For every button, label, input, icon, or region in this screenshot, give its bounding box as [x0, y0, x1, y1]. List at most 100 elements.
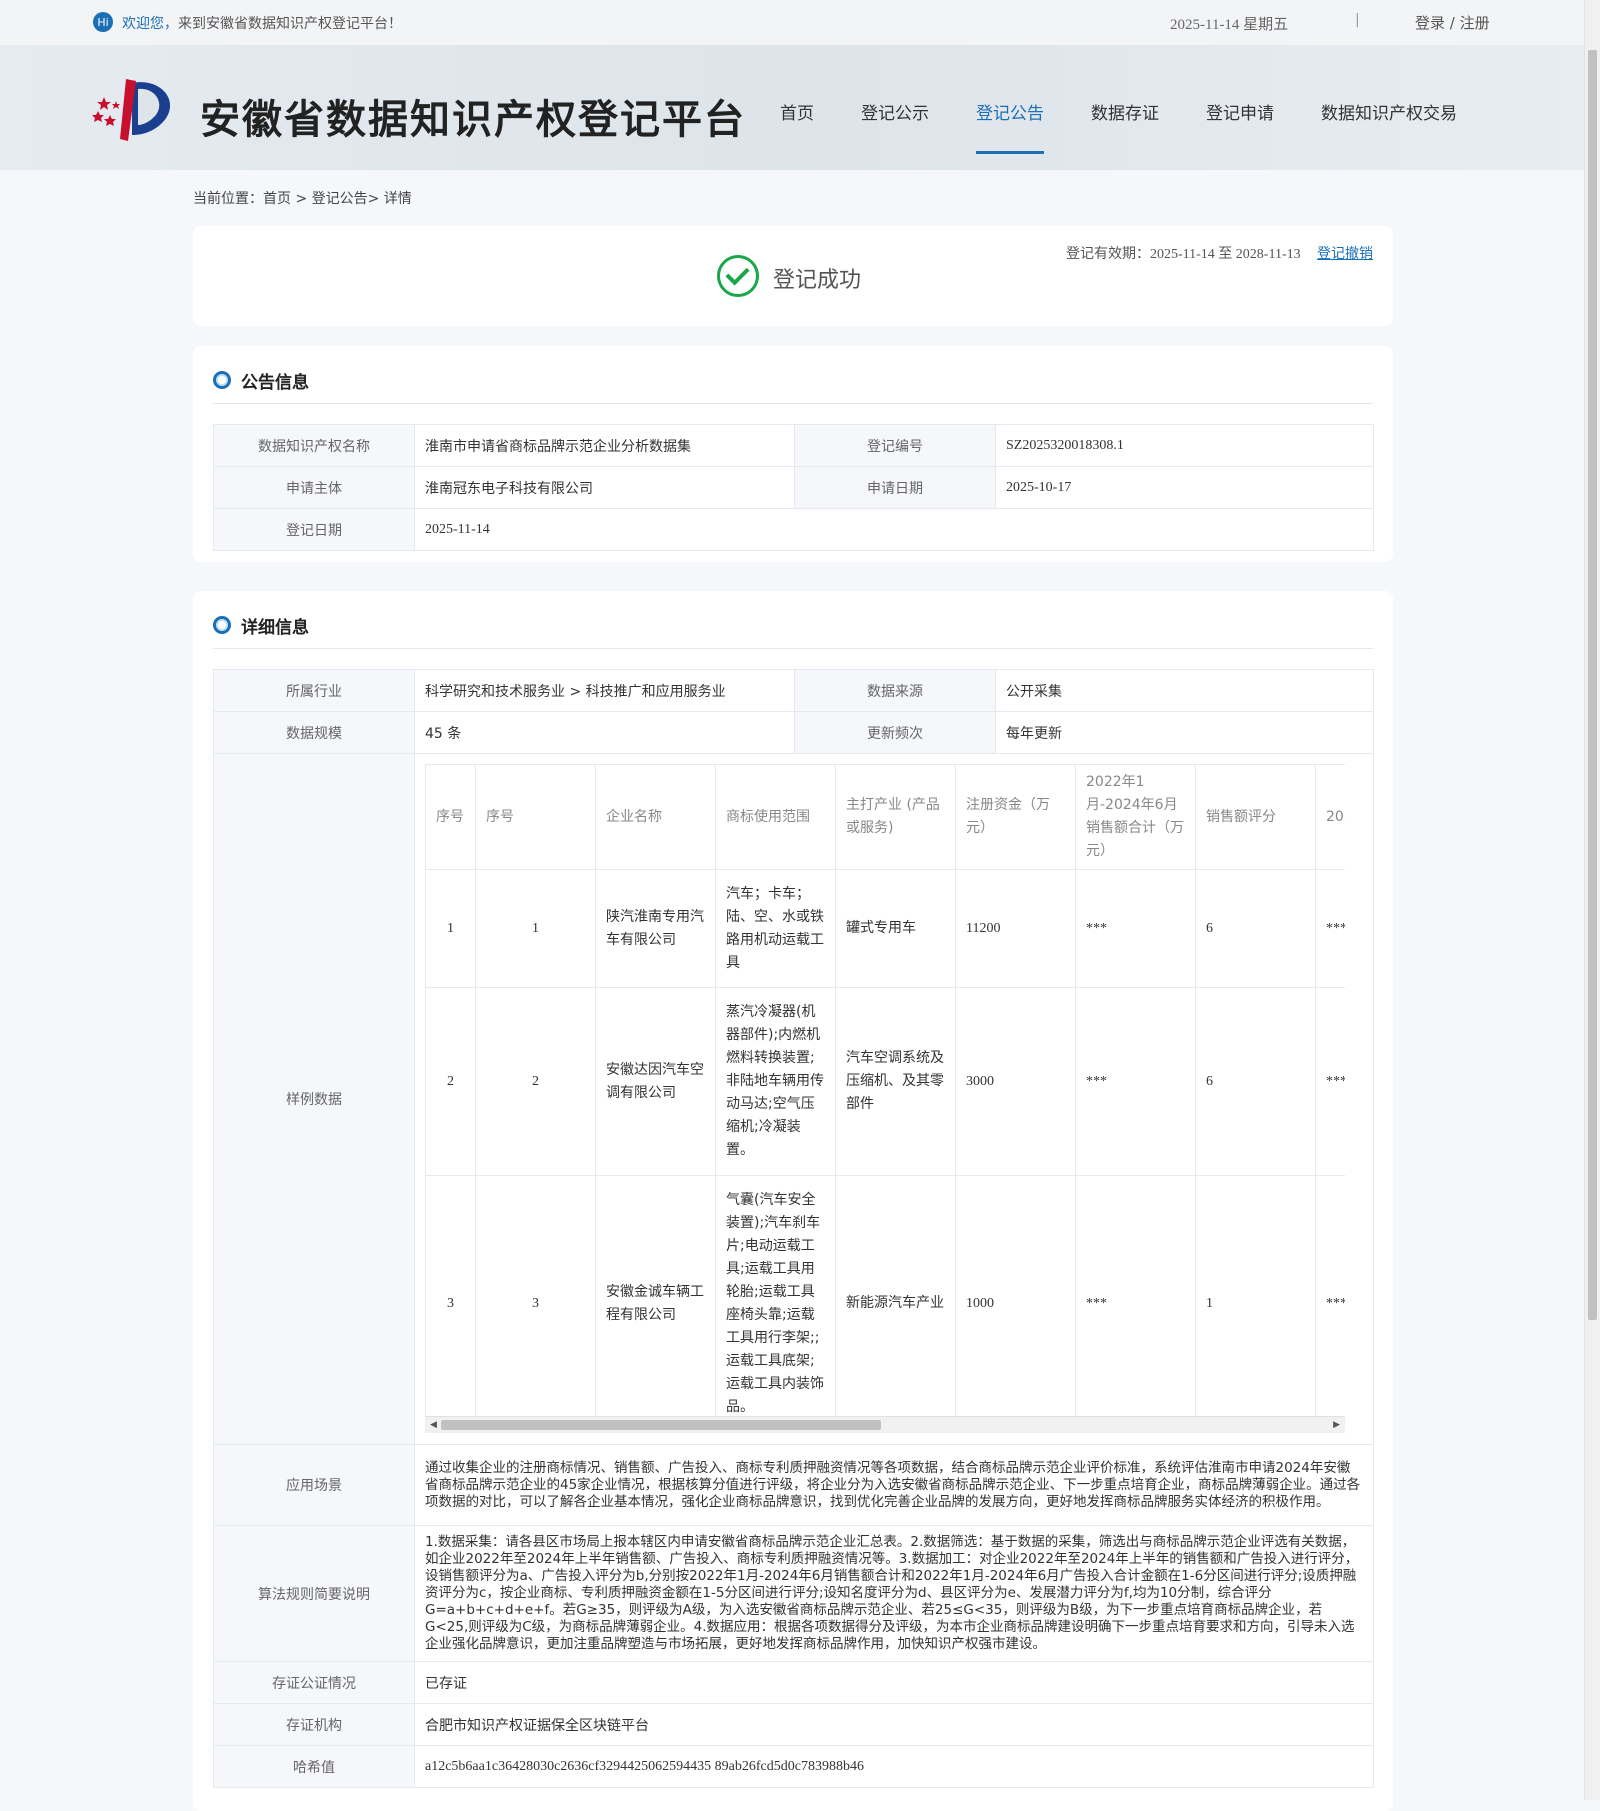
sample-header-cell: 2022年1月-2024年6月销售额合计（万元）: [1075, 764, 1196, 870]
cancel-registration-link[interactable]: 登记撤销: [1317, 243, 1373, 263]
sample-table: 序号 序号 企业名称 商标使用范围 主打产业 (产品或服务) 注册资金（万元） 2022年1…: [425, 764, 1345, 1432]
nav-ip-trading[interactable]: 数据知识产权交易: [1321, 99, 1457, 124]
sample-cell: 汽车；卡车；陆、空、水或铁路用机动运载工具: [715, 869, 836, 988]
nav-home[interactable]: 首页: [780, 99, 814, 124]
section-title: 公告信息: [213, 368, 309, 393]
sample-row: 3 3 安徽金诚车辆工程有限公司 气囊(汽车安全装置);汽车刹车片;电动运载工具;运载…: [425, 1175, 1345, 1432]
site-header: 安徽省数据知识产权登记平台 首页 登记公示 登记公告 数据存证 登记申请 数据知…: [0, 45, 1600, 170]
field-label: 登记编号: [794, 424, 996, 467]
notary-status-value: 已存证: [414, 1661, 1374, 1704]
status-text: 登记成功: [773, 268, 862, 293]
hi-icon: Hi: [93, 12, 113, 32]
apply-date-value: 2025-10-17: [995, 466, 1374, 509]
scroll-right-icon[interactable]: ▶: [1333, 1420, 1340, 1430]
sample-cell: 3: [425, 1175, 476, 1432]
field-label: 数据规模: [213, 711, 415, 754]
sample-cell: ***: [1075, 1175, 1196, 1432]
field-label: 算法规则简要说明: [213, 1525, 415, 1662]
sample-cell: 1: [1195, 1175, 1316, 1432]
sample-header-cell: 序号: [475, 764, 596, 870]
sample-cell: 安徽金诚车辆工程有限公司: [595, 1175, 716, 1432]
sample-cell: 1000: [955, 1175, 1076, 1432]
current-date: 2025-11-14 星期五: [1170, 17, 1289, 33]
sample-cell: 2: [425, 987, 476, 1176]
sample-cell: 11200: [955, 869, 1076, 988]
site-logo[interactable]: [92, 75, 178, 141]
sample-data-cell: 序号 序号 企业名称 商标使用范围 主打产业 (产品或服务) 注册资金（万元） 2022年1…: [414, 753, 1374, 1445]
login-register-link[interactable]: 登录 / 注册: [1415, 12, 1490, 33]
sample-cell: 罐式专用车: [835, 869, 956, 988]
field-label: 存证机构: [213, 1703, 415, 1746]
sample-cell: 3000: [955, 987, 1076, 1176]
sample-cell: 安徽达因汽车空调有限公司: [595, 987, 716, 1176]
sample-header-cell: 企业名称: [595, 764, 716, 870]
site-title: 安徽省数据知识产权登记平台: [200, 97, 746, 143]
registration-code-value: SZ2025320018308.1: [995, 424, 1374, 467]
bullet-icon: [213, 371, 231, 389]
top-bar: Hi 欢迎您，来到安徽省数据知识产权登记平台！ 2025-11-14 星期五 |…: [0, 0, 1600, 45]
field-label: 更新频次: [794, 711, 996, 754]
sample-cell: 3: [475, 1175, 596, 1432]
notice-card: 公告信息 数据知识产权名称 淮南市申请省商标品牌示范企业分析数据集 登记编号 S…: [193, 346, 1393, 562]
sample-cell: ***: [1315, 987, 1345, 1176]
hash-value: a12c5b6aa1c36428030c2636cf32944250625944…: [414, 1745, 1374, 1788]
vertical-scrollbar[interactable]: [1584, 0, 1600, 1800]
applicant-value: 淮南冠东电子科技有限公司: [414, 466, 795, 509]
scrollbar-thumb[interactable]: [1588, 50, 1597, 1320]
detail-card: 详细信息 所属行业 科学研究和技术服务业 > 科技推广和应用服务业 数据来源 公…: [193, 591, 1393, 1811]
sample-header-cell: 序号: [425, 764, 476, 870]
field-label: 申请主体: [213, 466, 415, 509]
divider: |: [1355, 12, 1360, 28]
registration-date-value: 2025-11-14: [414, 508, 1374, 551]
sample-cell: 6: [1195, 869, 1316, 988]
algorithm-description-value: 1.数据采集：请各县区市场局上报本辖区内申请安徽省商标品牌示范企业汇总表。2.数…: [414, 1525, 1374, 1662]
field-label: 样例数据: [213, 753, 415, 1445]
section-title: 详细信息: [213, 613, 309, 638]
divider: [213, 403, 1373, 404]
nav-registration-notice[interactable]: 登记公告: [976, 99, 1044, 154]
data-source-value: 公开采集: [995, 669, 1374, 712]
sample-cell: ***: [1075, 869, 1196, 988]
scroll-left-icon[interactable]: ◀: [430, 1420, 437, 1430]
detail-table: 所属行业 科学研究和技术服务业 > 科技推广和应用服务业 数据来源 公开采集 数…: [213, 669, 1374, 1788]
breadcrumb: 当前位置：首页 > 登记公告> 详情: [193, 191, 412, 207]
sample-cell: 蒸汽冷凝器(机器部件);内燃机燃料转换装置;非陆地车辆用传动马达;空气压缩机;冷…: [715, 987, 836, 1176]
field-label: 存证公证情况: [213, 1661, 415, 1704]
application-scenario-value: 通过收集企业的注册商标情况、销售额、广告投入、商标专利质押融资情况等各项数据，结…: [414, 1444, 1374, 1526]
field-label: 数据知识产权名称: [213, 424, 415, 467]
sample-cell: 1: [475, 869, 596, 988]
sample-header-cell: 注册资金（万元）: [955, 764, 1076, 870]
sample-cell: ***: [1315, 1175, 1345, 1432]
nav-registration-publicity[interactable]: 登记公示: [861, 99, 929, 124]
sample-cell: ***: [1075, 987, 1196, 1176]
sample-cell: ***: [1315, 869, 1345, 988]
validity-period: 登记有效期：2025-11-14 至 2028-11-13: [1066, 247, 1301, 262]
sample-header-cell: 商标使用范围: [715, 764, 836, 870]
sample-row: 2 2 安徽达因汽车空调有限公司 蒸汽冷凝器(机器部件);内燃机燃料转换装置;非陆地车…: [425, 987, 1345, 1176]
field-label: 申请日期: [794, 466, 996, 509]
update-frequency-value: 每年更新: [995, 711, 1374, 754]
scrollbar-thumb[interactable]: [441, 1420, 881, 1430]
horizontal-scrollbar[interactable]: ◀ ▶: [425, 1416, 1345, 1433]
field-label: 数据来源: [794, 669, 996, 712]
sample-row: 1 1 陕汽淮南专用汽车有限公司 汽车；卡车；陆、空、水或铁路用机动运载工具 罐式专用车…: [425, 869, 1345, 988]
ip-name-value: 淮南市申请省商标品牌示范企业分析数据集: [414, 424, 795, 467]
sample-cell: 气囊(汽车安全装置);汽车刹车片;电动运载工具;运载工具用轮胎;运载工具座椅头靠…: [715, 1175, 836, 1432]
sample-cell: 新能源汽车产业: [835, 1175, 956, 1432]
main-nav: 首页 登记公示 登记公告 数据存证 登记申请 数据知识产权交易: [780, 99, 1457, 154]
welcome-text: 欢迎您，来到安徽省数据知识产权登记平台！: [122, 16, 402, 32]
notice-table: 数据知识产权名称 淮南市申请省商标品牌示范企业分析数据集 登记编号 SZ2025…: [213, 424, 1374, 551]
success-card: 登记成功 登记有效期：2025-11-14 至 2028-11-13 登记撤销: [193, 226, 1393, 326]
nav-registration-apply[interactable]: 登记申请: [1206, 99, 1274, 124]
sample-header-cell: 主打产业 (产品或服务): [835, 764, 956, 870]
sample-header-cell: 销售额评分: [1195, 764, 1316, 870]
nav-data-deposit[interactable]: 数据存证: [1091, 99, 1159, 124]
sample-cell: 2: [475, 987, 596, 1176]
bullet-icon: [213, 616, 231, 634]
sample-cell: 1: [425, 869, 476, 988]
sample-table-scroll[interactable]: 序号 序号 企业名称 商标使用范围 主打产业 (产品或服务) 注册资金（万元） 2022年1…: [425, 764, 1345, 1434]
sample-cell: 陕汽淮南专用汽车有限公司: [595, 869, 716, 988]
divider: [213, 648, 1373, 649]
field-label: 哈希值: [213, 1745, 415, 1788]
data-scale-value: 45 条: [414, 711, 795, 754]
